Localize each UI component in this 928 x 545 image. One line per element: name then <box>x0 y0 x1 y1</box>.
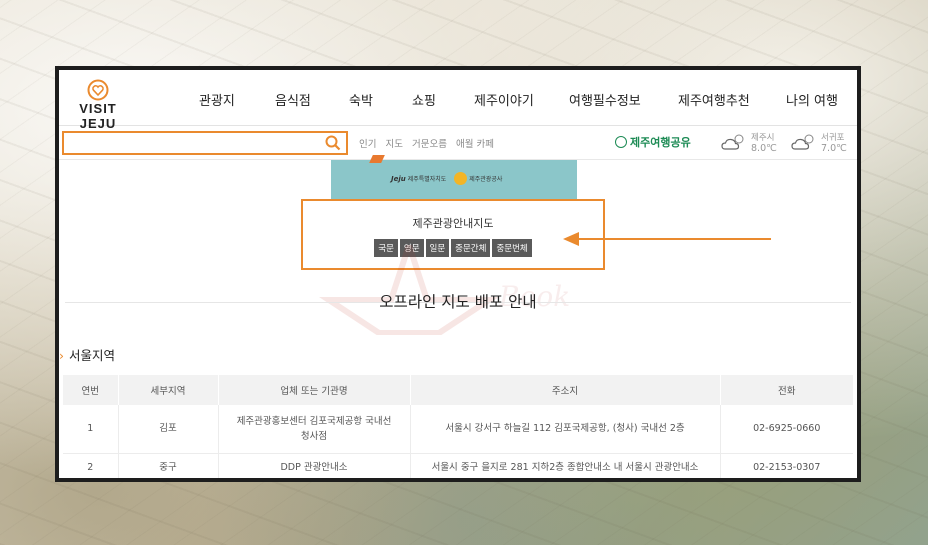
table-cell: 02-6925-0660 <box>719 405 853 454</box>
nav-item-accommodation[interactable]: 숙박 <box>349 90 373 109</box>
column-header: 주소지 <box>409 375 720 405</box>
table-cell: 중구 <box>117 453 218 478</box>
table-cell: 서울시 강서구 하늘길 112 김포국제공항, (청사) 국내선 2층 <box>409 405 720 454</box>
table-cell: 제주관광홍보센터 김포국제공항 국내선청사점 <box>217 405 410 454</box>
table-header-row: 연번 세부지역 업체 또는 기관명 주소지 전화 <box>63 375 853 405</box>
table-cell: DDP 관광안내소 <box>217 453 410 478</box>
weather-city: 서귀포 <box>821 133 845 143</box>
table-cell: 서울시 중구 을지로 281 지하2층 종합안내소 내 서울시 관광안내소 <box>409 453 720 478</box>
nav-item-shopping[interactable]: 쇼핑 <box>412 90 436 109</box>
visit-jeju-logo[interactable]: VISIT JEJU <box>63 79 133 131</box>
search-row: 인기 지도 거문오름 애월 카페 제주여행공유 제주시 8.0℃ 서귀포 7.0… <box>59 126 857 160</box>
column-header: 연번 <box>63 375 118 405</box>
orange-arrow-icon <box>563 232 771 246</box>
nav-item-recommendations[interactable]: 제주여행추천 <box>678 90 750 109</box>
banner-accent <box>369 155 385 163</box>
share-icon <box>615 136 627 148</box>
nav-item-jeju-story[interactable]: 제주이야기 <box>474 90 534 109</box>
region-heading: › 서울지역 <box>59 345 115 364</box>
banner-jeju-text: Jeju <box>391 175 406 183</box>
page-title: 오프라인 지도 배포 안내 <box>379 293 537 311</box>
weather-seogwipo: 서귀포 7.0℃ <box>791 129 851 157</box>
banner-province-text: 제주특별자치도 <box>407 176 447 183</box>
cloudy-sun-icon <box>791 134 814 150</box>
column-header: 세부지역 <box>117 375 218 405</box>
region-title: 서울지역 <box>69 348 116 363</box>
keyword-link[interactable]: 지도 <box>386 139 403 150</box>
nav-item-my-trip[interactable]: 나의 여행 <box>786 90 838 109</box>
nav-item-attractions[interactable]: 관광지 <box>199 90 235 109</box>
nav-item-travel-info[interactable]: 여행필수정보 <box>569 90 641 109</box>
banner-organization-text: 제주관광공사 <box>469 176 503 183</box>
column-header: 업체 또는 기관명 <box>217 375 410 405</box>
popular-keywords: 인기 지도 거문오름 애월 카페 <box>359 136 500 150</box>
weather-jeju-city: 제주시 8.0℃ <box>721 129 781 157</box>
table-cell: 02-2153-0307 <box>719 453 853 478</box>
keyword-link[interactable]: 애월 카페 <box>456 139 494 150</box>
table-cell: 1 <box>63 405 118 454</box>
site-header: VISIT JEJU 관광지 음식점 숙박 쇼핑 제주이야기 여행필수정보 제주… <box>59 70 857 131</box>
weather-city: 제주시 <box>751 133 775 143</box>
browser-window: VISIT JEJU 관광지 음식점 숙박 쇼핑 제주이야기 여행필수정보 제주… <box>55 66 861 482</box>
keyword-link[interactable]: 거문오름 <box>412 139 447 150</box>
cloudy-sun-icon <box>721 134 744 150</box>
table-row: 2 중구 DDP 관광안내소 서울시 중구 을지로 281 지하2층 종합안내소… <box>63 453 853 478</box>
nav-item-restaurants[interactable]: 음식점 <box>275 90 311 109</box>
heart-logo-icon <box>87 79 109 101</box>
chevron-right-icon: › <box>59 348 64 363</box>
distribution-table: 연번 세부지역 업체 또는 기관명 주소지 전화 1 김포 제주관광홍보센터 김… <box>63 375 853 478</box>
keyword-link[interactable]: 인기 <box>359 139 376 150</box>
search-icon[interactable] <box>325 135 341 151</box>
table-cell: 2 <box>63 453 118 478</box>
search-input[interactable] <box>62 131 348 155</box>
weather-temp: 8.0℃ <box>751 143 777 154</box>
share-label: 제주여행공유 <box>630 136 691 149</box>
banner-logos: Jeju 제주특별자치도 제주관광공사 <box>391 172 502 185</box>
weather-temp: 7.0℃ <box>821 143 847 154</box>
jeju-travel-share-link[interactable]: 제주여행공유 <box>615 134 691 150</box>
map-banner-image: Jeju 제주특별자치도 제주관광공사 <box>331 155 577 199</box>
main-content: Jeju 제주특별자치도 제주관광공사 제주관광안내지도 국문 영문 일문 중문… <box>59 155 857 478</box>
map-guide-title: 제주관광안내지도 <box>412 217 494 230</box>
table-cell: 김포 <box>117 405 218 454</box>
table-row: 1 김포 제주관광홍보센터 김포국제공항 국내선청사점 서울시 강서구 하늘길 … <box>63 405 853 454</box>
column-header: 전화 <box>719 375 853 405</box>
jeju-tourism-logo-icon <box>454 172 468 185</box>
